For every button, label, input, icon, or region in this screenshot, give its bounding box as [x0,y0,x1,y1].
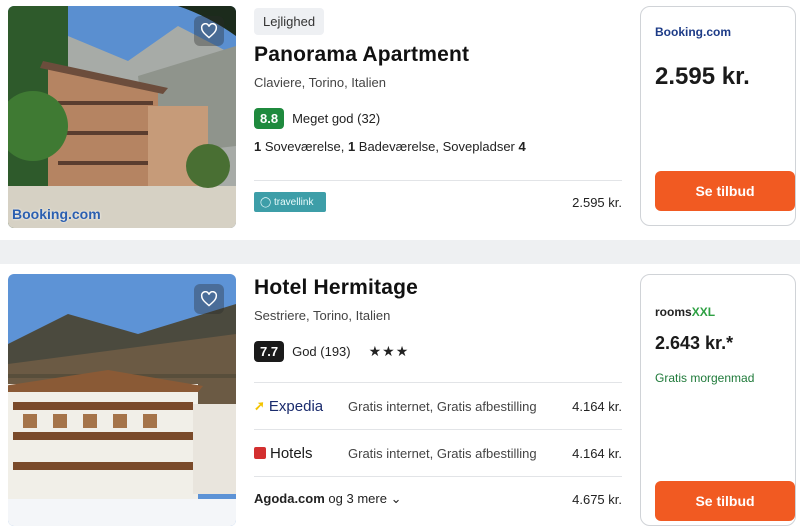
room-details: 1 Soveværelse, 1 Badeværelse, Sovepladse… [254,139,526,154]
provider-price: 2.595 kr. [572,194,622,210]
listing-location: Claviere, Torino, Italien [254,75,386,90]
more-providers-row[interactable]: Agoda.com og 3 mere ⌄ 4.675 kr. [254,477,622,521]
listing-photo[interactable] [8,274,236,526]
travellink-logo: ◯ travellink [254,192,326,212]
rating-score-badge: 8.8 [254,108,285,129]
rating-row: 8.8 Meget god (32) [254,108,622,129]
listing-title[interactable]: Hotel Hermitage [254,276,622,300]
chevron-down-icon: ⌄ [390,491,402,506]
hotels-square-icon [254,447,266,459]
offer-provider-logo: roomsXXL [655,305,716,319]
rating-label: God (193) [292,344,351,359]
see-offer-button[interactable]: Se tilbud [655,171,795,211]
listing-title[interactable]: Panorama Apartment [254,43,622,67]
offer-provider-logo: Booking.com [655,25,732,39]
provider-row[interactable]: ◯ travellink 2.595 kr. [254,192,622,212]
provider-amenities: Gratis internet, Gratis afbestilling [348,398,537,414]
listing-card-2: Hotel Hermitage Sestriere, Torino, Itali… [0,264,800,531]
photo-watermark: Booking.com [12,206,101,222]
listing-photo[interactable]: Booking.com [8,6,236,228]
listing-info: Hotel Hermitage Sestriere, Torino, Itali… [254,276,622,521]
heart-icon [200,291,218,307]
rating-score-badge: 7.7 [254,341,285,362]
provider-price: 4.675 kr. [572,491,622,507]
hotel-stars: ★★★ [368,343,410,359]
provider-price: 4.164 kr. [572,398,622,414]
rating-label: Meget god (32) [292,111,381,126]
more-providers-toggle[interactable]: Agoda.com og 3 mere ⌄ [254,491,401,507]
listing-location: Sestriere, Torino, Italien [254,308,391,323]
listing-card-1: Booking.com Lejlighed Panorama Apartment… [0,0,800,240]
favorite-button[interactable] [194,284,224,314]
expedia-logo: ➚ Expedia [254,397,324,415]
provider-amenities: Gratis internet, Gratis afbestilling [348,445,537,461]
best-offer-panel[interactable]: roomsXXL 2.643 kr.* Gratis morgenmad Se … [640,274,796,526]
listing-info: Lejlighed Panorama Apartment Claviere, T… [254,8,622,212]
rating-row: 7.7 God (193) ★★★ [254,341,622,362]
offer-price: 2.595 kr. [655,63,750,90]
divider [254,180,622,181]
expedia-arrow-icon: ➚ [254,398,265,413]
hotels-logo: Hotels [254,445,334,462]
favorite-button[interactable] [194,16,224,46]
best-offer-panel[interactable]: Booking.com 2.595 kr. Se tilbud [640,6,796,226]
provider-row-expedia[interactable]: ➚ Expedia Gratis internet, Gratis afbesti… [254,383,622,429]
provider-row-hotels[interactable]: Hotels Gratis internet, Gratis afbestill… [254,430,622,476]
offer-perk: Gratis morgenmad [655,371,755,385]
provider-price: 4.164 kr. [572,445,622,461]
heart-icon [200,23,218,39]
offer-price: 2.643 kr.* [655,333,734,353]
listing-separator [0,240,800,264]
see-offer-button[interactable]: Se tilbud [655,481,795,521]
property-type-badge: Lejlighed [254,8,325,35]
